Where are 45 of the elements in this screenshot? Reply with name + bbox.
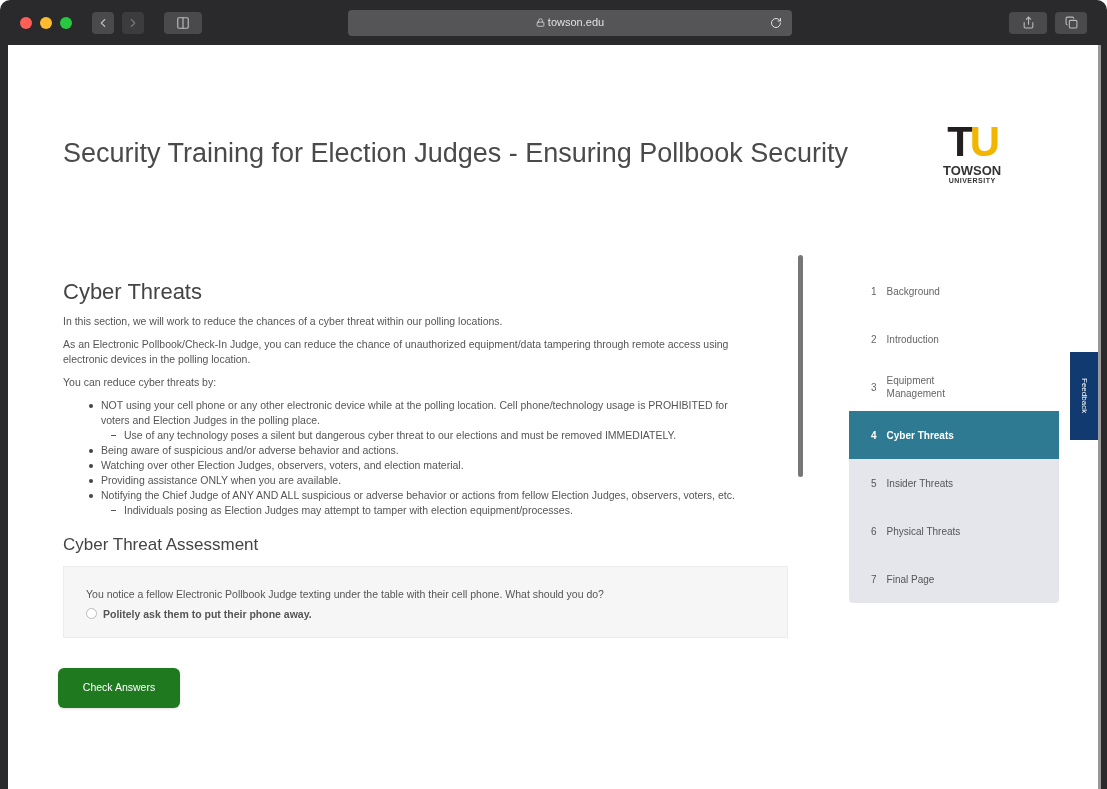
bullet-icon [89,449,93,453]
bullet-icon [89,404,93,408]
bullet-icon [89,464,93,468]
share-icon [1021,16,1035,29]
address-bar[interactable]: towson.edu [348,9,792,36]
lock-icon [535,18,545,27]
paragraph: In this section, we will work to reduce the chances of a cyber threat within our polling locations. [63,314,504,329]
paragraph: You can reduce cyber threats by: [63,375,218,390]
list-item: Notifying the Chief Judge of ANY AND ALL suspicious or adverse behavior or actions from fellow Election Judges, observers, voters, etc. [101,488,735,503]
tabs-icon [1064,16,1078,29]
nav-item[interactable]: 6 Physical Threats [849,507,1059,555]
section-heading: Cyber Threats [63,278,203,306]
list-item: Being aware of suspicious and/or adverse behavior and actions. [101,443,399,458]
maximize-icon[interactable] [60,16,72,29]
nav-item[interactable]: 5 Insider Threats [849,459,1059,507]
bullet-icon [89,494,93,498]
close-icon[interactable] [20,16,32,29]
back-button[interactable] [92,11,114,34]
check-answers-button[interactable]: Check Answers [58,667,180,708]
logo-letter: T [947,123,970,160]
list-item: Providing assistance ONLY when you are available. [101,473,342,488]
paragraph: As an Electronic Pollbook/Check-In Judge, you can reduce the chance of unauthorized equipment/data tampering through remote access using electronic devices in the polling location. [63,337,730,367]
minimize-icon[interactable] [40,16,52,29]
nav-item[interactable]: 4 Cyber Threats [849,411,1059,459]
sidebar-icon [176,15,190,30]
nav-item[interactable]: 7 Final Page [849,555,1059,603]
option-label[interactable]: Politely ask them to put their phone away. [103,606,312,621]
list-item: Use of any technology poses a silent but dangerous cyber threat to our elections and must be removed IMMEDIATELY. [124,428,677,443]
list-item: Watching over other Election Judges, observers, voters, and election material. [101,458,464,473]
logo-letter: U [969,123,998,160]
logo-name: TOWSON [943,163,1002,177]
url-text: towson.edu [547,15,605,31]
tabs-button[interactable] [1055,11,1087,34]
feedback-tab[interactable]: Feedback [1070,352,1098,440]
list-item: Individuals posing as Election Judges may attempt to tamper with election equipment/processes. [124,503,573,518]
assessment-heading: Cyber Threat Assessment [63,534,260,556]
forward-button[interactable] [122,11,144,34]
reload-icon[interactable] [770,16,782,29]
list-item: NOT using your cell phone or any other electronic device while at the polling location. Cell phone/technology usage is PROHIBITED for voters and Election Judges in the polling place. [101,398,729,428]
radio-button[interactable] [86,608,97,619]
bullet-icon [89,479,93,483]
page-title: Security Training for Election Judges - Ensuring Pollbook Security [63,137,849,171]
question-text: You notice a fellow Electronic Pollbook Judge texting under the table with their cell phone. What should you do? [86,586,605,601]
sidebar-button[interactable] [164,11,202,34]
share-button[interactable] [1009,11,1047,34]
